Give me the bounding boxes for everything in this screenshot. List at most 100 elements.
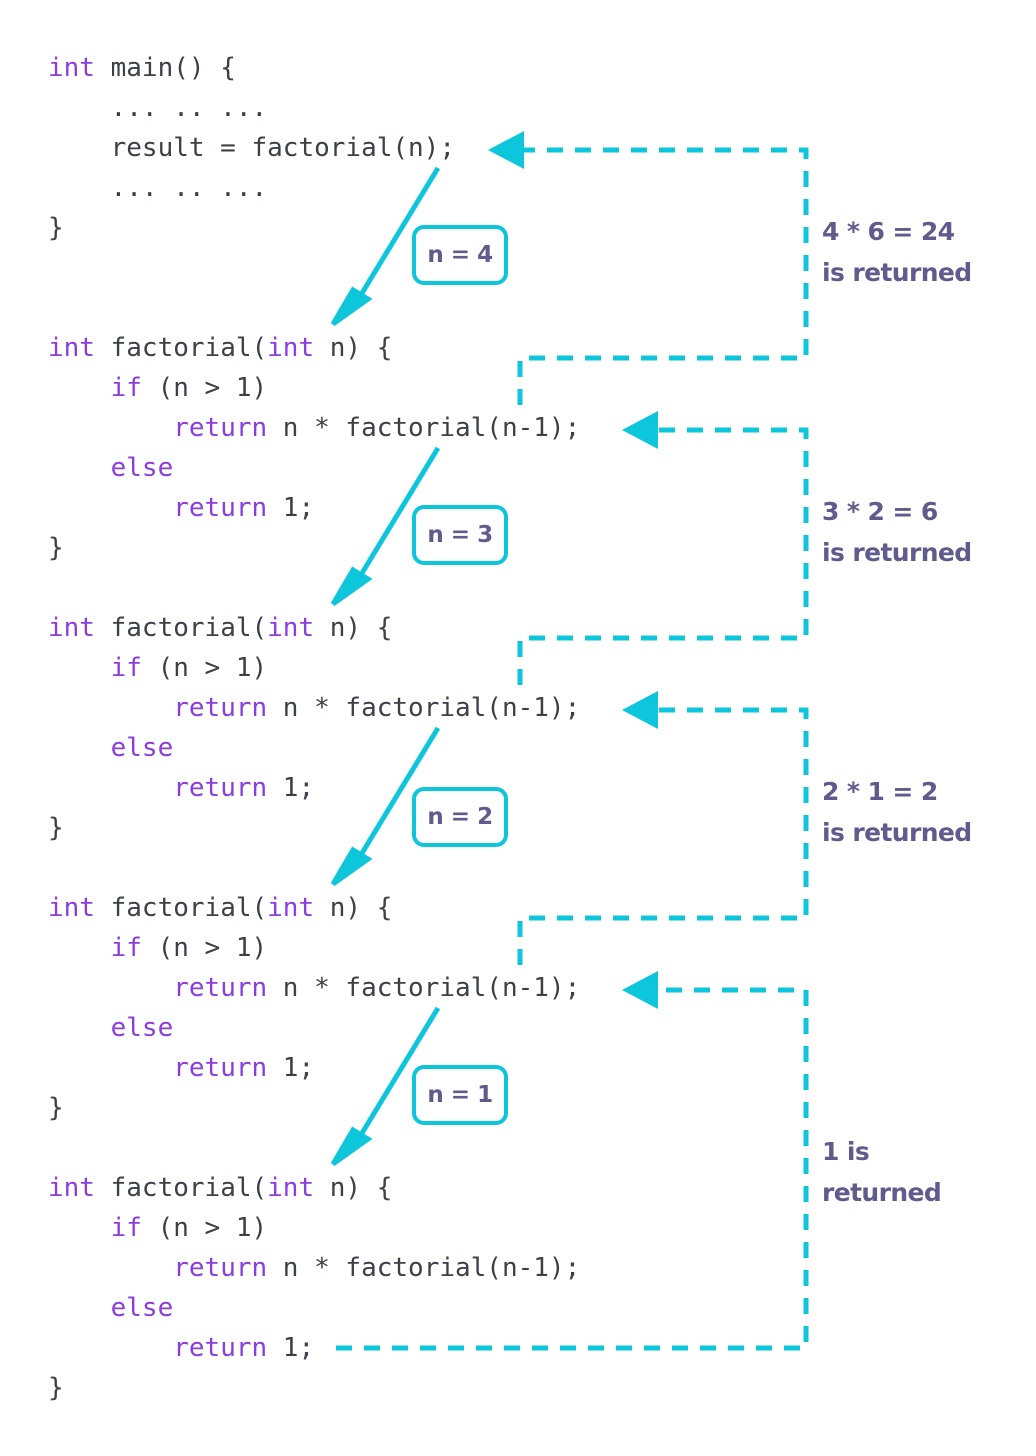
call-label-n2: n = 2 [412,787,508,847]
code-text: main() { [94,53,236,83]
return-arrowhead-2 [622,411,658,449]
return-arrowhead-4 [622,971,658,1009]
code-line: return n * factorial(n-1); [48,968,580,1008]
return-note-1-line2: returned [822,1178,942,1207]
return-arrowhead-3 [622,691,658,729]
call-label-n2-text: n = 2 [427,804,493,830]
code-line: ... .. ... [48,88,455,128]
code-keyword: if [110,653,142,683]
call-label-n1: n = 1 [412,1065,508,1125]
code-keyword: return [173,1053,268,1083]
code-line: result = factorial(n); [48,128,455,168]
return-note-24-line1: 4 * 6 = 24 [822,217,955,246]
code-line: else [48,1008,580,1048]
code-keyword: else [110,453,174,483]
code-text: factorial( [94,613,268,643]
code-text: 1; [267,1053,315,1083]
return-note-24-line2: is returned [822,258,972,287]
code-keyword: int [267,1173,315,1203]
code-line: int factorial(int n) { [48,1168,580,1208]
return-note-6-line2: is returned [822,538,972,567]
code-line: return n * factorial(n-1); [48,688,580,728]
code-line: int factorial(int n) { [48,328,580,368]
code-text: ... .. ... [48,173,268,203]
code-text: n) { [314,613,393,643]
code-text: } [48,213,64,243]
code-keyword: int [267,893,315,923]
code-text: } [48,533,64,563]
code-text: 1; [267,493,315,523]
code-text: } [48,1373,64,1403]
code-line: return n * factorial(n-1); [48,1248,580,1288]
code-line: else [48,728,580,768]
code-text: ... .. ... [48,93,268,123]
return-note-2-line1: 2 * 1 = 2 [822,777,938,806]
code-keyword: if [110,373,142,403]
code-text: n * factorial(n-1); [267,413,581,443]
call-label-n1-text: n = 1 [427,1082,493,1108]
return-note-1-line1: 1 is [822,1137,870,1166]
code-text: (n > 1) [141,373,268,403]
code-text: 1; [267,1333,315,1363]
call-label-n3: n = 3 [412,505,508,565]
code-keyword: return [173,1253,268,1283]
code-line: return n * factorial(n-1); [48,408,580,448]
code-line: int factorial(int n) { [48,888,580,928]
code-text: n) { [314,1173,393,1203]
return-note-2-line2: is returned [822,818,972,847]
code-keyword: if [110,933,142,963]
code-keyword: int [48,53,95,83]
code-text: (n > 1) [141,1213,268,1243]
code-keyword: int [48,1173,95,1203]
call-label-n3-text: n = 3 [427,522,493,548]
return-note-6-line1: 3 * 2 = 6 [822,497,938,526]
code-line: } [48,1368,580,1408]
code-keyword: return [173,493,268,523]
code-text: } [48,1093,64,1123]
code-keyword: else [110,733,174,763]
return-note-6: 3 * 2 = 6 is returned [822,491,1032,573]
code-line: } [48,208,455,248]
code-line: else [48,448,580,488]
code-keyword: return [173,773,268,803]
code-text: factorial( [94,1173,268,1203]
code-text: factorial( [94,333,268,363]
return-note-1: 1 is returned [822,1131,1032,1213]
code-text: n) { [314,893,393,923]
code-keyword: return [173,693,268,723]
code-line: else [48,1288,580,1328]
call-label-n4-text: n = 4 [427,242,493,268]
code-text: result = factorial(n); [48,133,455,163]
code-line: ... .. ... [48,168,455,208]
code-text: n * factorial(n-1); [267,693,581,723]
code-text: n * factorial(n-1); [267,1253,581,1283]
code-line: if (n > 1) [48,928,580,968]
code-text: 1; [267,773,315,803]
code-line: if (n > 1) [48,1208,580,1248]
code-keyword: return [173,973,268,1003]
code-keyword: int [48,613,95,643]
code-block-factorial-4: int factorial(int n) { if (n > 1) return… [48,1168,580,1408]
code-line: int main() { [48,48,455,88]
code-keyword: int [48,893,95,923]
code-keyword: if [110,1213,142,1243]
code-keyword: return [173,1333,268,1363]
code-keyword: else [110,1293,174,1323]
return-note-2: 2 * 1 = 2 is returned [822,771,1032,853]
code-text: (n > 1) [141,653,268,683]
code-keyword: return [173,413,268,443]
code-text: n) { [314,333,393,363]
